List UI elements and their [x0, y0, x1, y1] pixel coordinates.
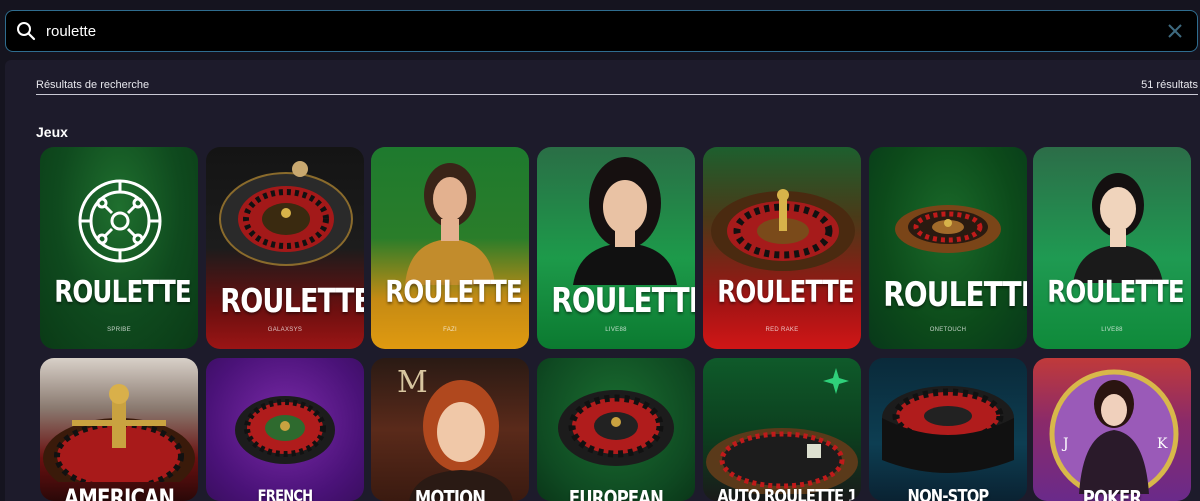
- dealer-image: [573, 157, 677, 285]
- game-title: POKER: [1082, 486, 1142, 501]
- dealer-image: [405, 163, 495, 285]
- roulette-wheel-image: [558, 390, 674, 466]
- roulette-wheel-image: [235, 396, 335, 464]
- dealer-image: J K: [1049, 369, 1179, 494]
- game-title: ROULETTE X: [220, 281, 364, 320]
- game-card[interactable]: M MOTION: [371, 358, 529, 501]
- game-card[interactable]: ROULETTE VIP RED RAKE: [703, 147, 861, 349]
- roulette-wheel-image: [219, 161, 353, 266]
- search-results-panel: Résultats de recherche 51 résultats Jeux…: [5, 60, 1200, 501]
- results-count: 51 résultats: [1141, 79, 1198, 91]
- game-title: AMERICAN: [63, 484, 175, 501]
- game-title: ROULETTE: [54, 275, 192, 310]
- game-card[interactable]: ROULETTE 2 LIVE88: [537, 147, 695, 349]
- game-title: ROULETTE: [385, 275, 523, 310]
- svg-text:M: M: [397, 365, 428, 400]
- game-card[interactable]: AUTO ROULETTE 1: [703, 358, 861, 501]
- game-provider: RED RAKE: [765, 327, 799, 333]
- game-card[interactable]: AMERICAN: [40, 358, 198, 501]
- game-title: EUROPEAN: [568, 486, 664, 501]
- search-icon: [6, 21, 46, 41]
- game-provider: SPRIBE: [107, 327, 131, 333]
- game-provider: LIVE88: [1101, 327, 1123, 333]
- game-title: ROULETTE 1: [1047, 275, 1191, 310]
- dealer-image: [1073, 173, 1163, 283]
- game-provider: LIVE88: [605, 327, 627, 333]
- sparkle-icon: [823, 368, 849, 394]
- game-provider: ONETOUCH: [929, 327, 967, 333]
- section-title-games: Jeux: [36, 124, 68, 140]
- game-title: AUTO ROULETTE 1: [717, 486, 858, 501]
- dealer-image: M: [397, 365, 513, 501]
- game-card[interactable]: J K POKER: [1033, 358, 1191, 501]
- game-card[interactable]: ROULETTE SPRIBE: [40, 147, 198, 349]
- close-icon[interactable]: [1153, 23, 1197, 39]
- roulette-wheel-icon: [78, 179, 162, 263]
- game-card[interactable]: EUROPEAN: [537, 358, 695, 501]
- game-card[interactable]: ROULETTE FAZI: [371, 147, 529, 349]
- game-provider: FAZI: [443, 327, 457, 333]
- roulette-wheel-image: [43, 384, 195, 482]
- game-title: ROULETTE 2: [551, 281, 695, 321]
- game-title: ROULETTE VIP: [717, 275, 861, 310]
- svg-text:J: J: [1061, 436, 1069, 452]
- search-input[interactable]: [46, 11, 1153, 51]
- roulette-wheel-image: [882, 386, 1014, 473]
- svg-text:K: K: [1157, 436, 1168, 452]
- game-title: ROULETTE: [883, 275, 1027, 315]
- game-card[interactable]: FRENCH: [206, 358, 364, 501]
- game-card[interactable]: ROULETTE 1 LIVE88: [1033, 147, 1191, 349]
- game-card[interactable]: ROULETTE ONETOUCH: [869, 147, 1027, 349]
- game-card[interactable]: ROULETTE X GALAXSYS: [206, 147, 364, 349]
- game-card[interactable]: NON-STOP: [869, 358, 1027, 501]
- results-header: Résultats de recherche 51 résultats: [36, 79, 1198, 95]
- roulette-wheel-image: [706, 428, 858, 494]
- roulette-wheel-image: [711, 189, 855, 271]
- search-bar[interactable]: [5, 10, 1198, 52]
- game-provider: GALAXSYS: [267, 327, 303, 333]
- game-title: FRENCH: [257, 486, 314, 501]
- game-title: MOTION: [414, 486, 486, 501]
- game-title: NON-STOP: [907, 486, 990, 501]
- roulette-wheel-image: [895, 205, 1001, 253]
- results-label: Résultats de recherche: [36, 79, 150, 91]
